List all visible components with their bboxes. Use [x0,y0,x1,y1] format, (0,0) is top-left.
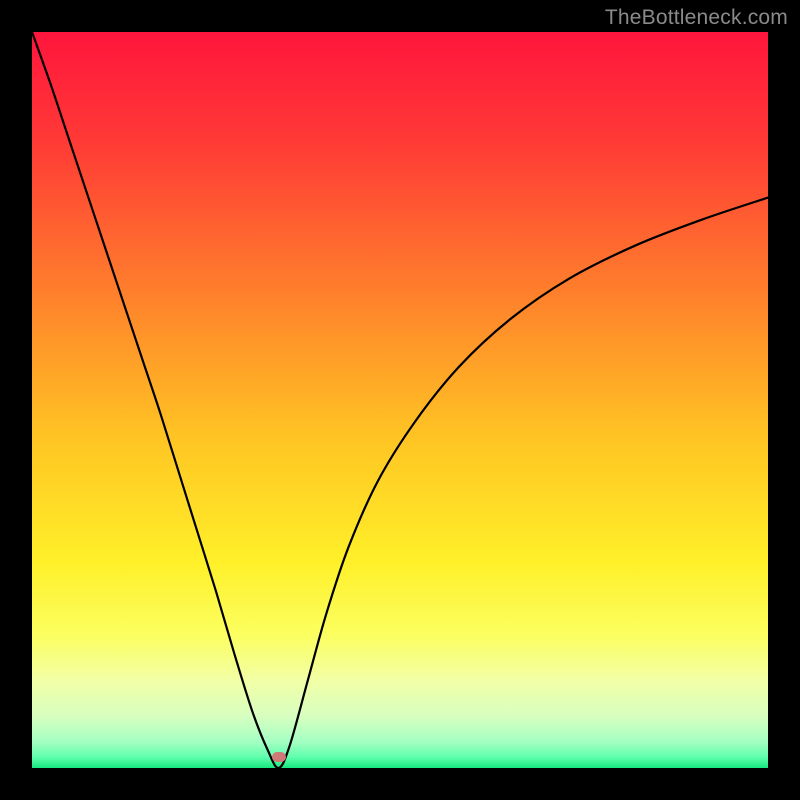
plot-area [32,32,768,768]
bottleneck-curve [32,32,768,768]
chart-frame: TheBottleneck.com [0,0,800,800]
watermark-text: TheBottleneck.com [605,6,788,30]
optimal-point-marker [272,752,286,762]
